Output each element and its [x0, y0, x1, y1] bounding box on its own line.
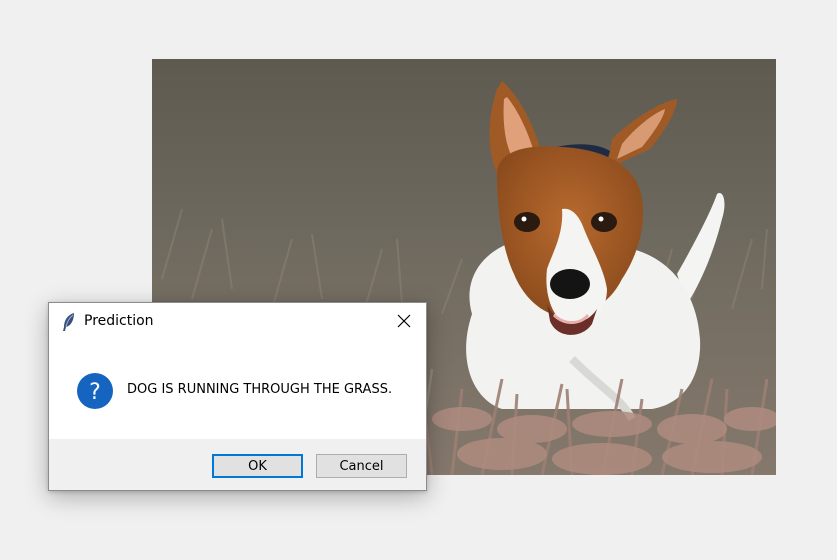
question-icon: ? [76, 372, 114, 410]
dialog-footer: OK Cancel [49, 439, 426, 490]
ok-button[interactable]: OK [212, 454, 303, 478]
dialog-content: ? DOG IS RUNNING THROUGH THE GRASS. [49, 341, 426, 439]
close-button[interactable] [382, 303, 426, 341]
dialog-message: DOG IS RUNNING THROUGH THE GRASS. [127, 382, 393, 397]
feather-icon [61, 312, 77, 332]
dialog-title: Prediction [84, 313, 154, 329]
prediction-dialog: Prediction ? DOG IS RUNNING THROUGH THE … [48, 302, 427, 491]
close-icon [397, 313, 411, 332]
dialog-titlebar[interactable]: Prediction [49, 303, 426, 341]
cancel-button[interactable]: Cancel [316, 454, 407, 478]
svg-text:?: ? [89, 380, 101, 405]
